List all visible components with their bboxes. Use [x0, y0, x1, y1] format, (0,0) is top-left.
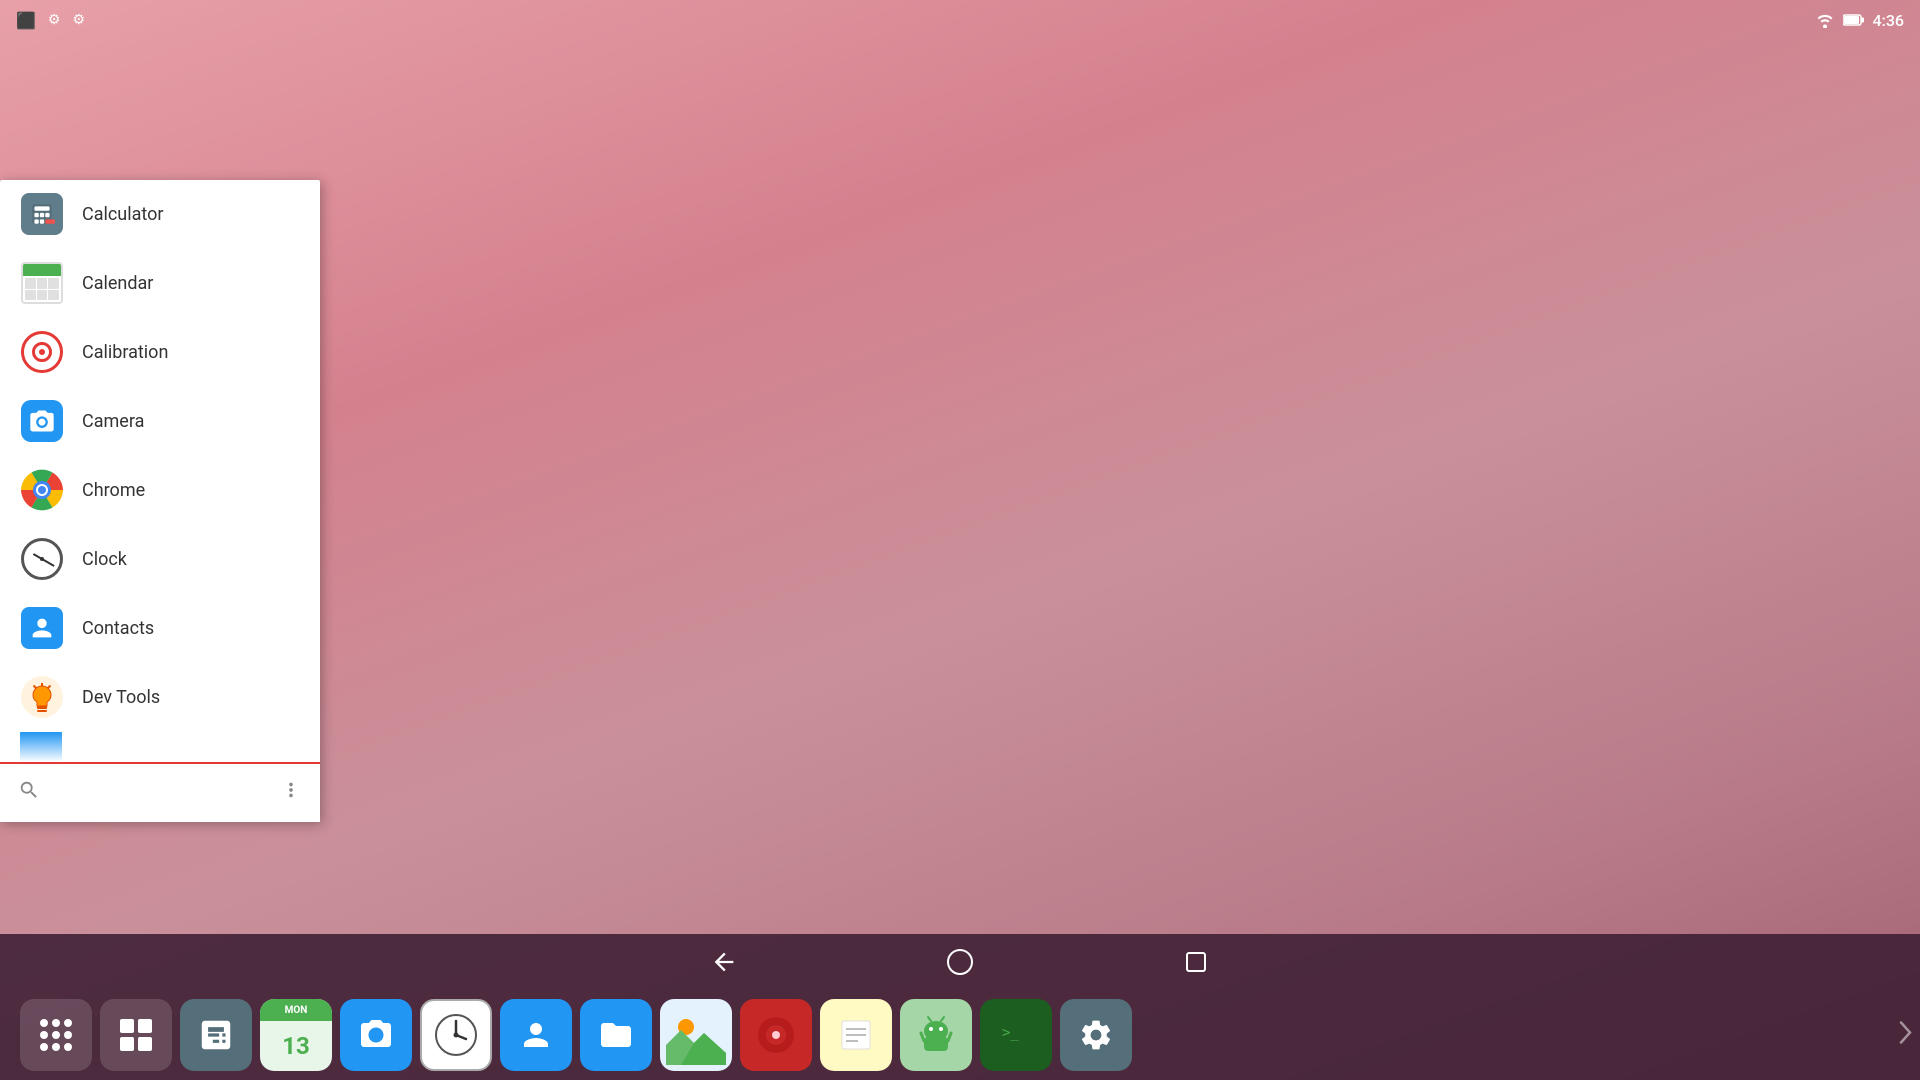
svg-text:>_: >_: [1002, 1025, 1019, 1041]
taskbar-android[interactable]: [900, 999, 972, 1071]
taskbar-calculator[interactable]: [180, 999, 252, 1071]
calibration-icon: [20, 330, 64, 374]
drawer-more-icon[interactable]: [280, 779, 302, 807]
status-bar-left: ⬛ ⚙ ⚙: [16, 11, 85, 30]
recents-button[interactable]: [1178, 944, 1214, 980]
taskbar-notes[interactable]: [820, 999, 892, 1071]
nav-bar: [0, 934, 1920, 990]
app-item-camera[interactable]: Camera: [0, 387, 320, 456]
taskbar-screenshot[interactable]: [340, 999, 412, 1071]
clock-label: Clock: [82, 549, 127, 570]
screen-icon: ⬛: [16, 11, 36, 30]
app-list: Calculator Calendar: [0, 180, 320, 762]
usb-icon-2: ⚙: [72, 12, 85, 28]
camera-icon: [20, 399, 64, 443]
back-button[interactable]: [706, 944, 742, 980]
wifi-icon: [1815, 12, 1835, 28]
status-bar-right: 4:36: [1815, 11, 1905, 30]
taskbar-music[interactable]: [740, 999, 812, 1071]
clock-time: 4:36: [1873, 11, 1905, 30]
taskbar-terminal[interactable]: >_: [980, 999, 1052, 1071]
camera-label: Camera: [82, 411, 144, 432]
app-item-clock[interactable]: Clock: [0, 525, 320, 594]
app-item-calculator[interactable]: Calculator: [0, 180, 320, 249]
chrome-icon: [20, 468, 64, 512]
app-item-calendar[interactable]: Calendar: [0, 249, 320, 318]
app-item-contacts[interactable]: Contacts: [0, 594, 320, 663]
drawer-search-bar: [0, 762, 320, 822]
contacts-icon: [20, 606, 64, 650]
home-button[interactable]: [942, 944, 978, 980]
drawer-search-icon[interactable]: [18, 779, 40, 807]
taskbar-dashboard[interactable]: [100, 999, 172, 1071]
contacts-label: Contacts: [82, 618, 154, 639]
calendar-label: Calendar: [82, 273, 153, 294]
app-item-calibration[interactable]: Calibration: [0, 318, 320, 387]
taskbar-contacts[interactable]: [500, 999, 572, 1071]
calculator-icon: [20, 192, 64, 236]
taskbar-calendar[interactable]: MON 13: [260, 999, 332, 1071]
status-bar: ⬛ ⚙ ⚙ 4:36: [0, 0, 1920, 40]
usb-icon-1: ⚙: [48, 12, 61, 28]
clock-icon: [20, 537, 64, 581]
calibration-label: Calibration: [82, 342, 168, 363]
taskbar-photos[interactable]: [660, 999, 732, 1071]
taskbar-settings[interactable]: [1060, 999, 1132, 1071]
app-item-dev-tools[interactable]: Dev Tools: [0, 663, 320, 732]
drawer-search-input[interactable]: [56, 775, 264, 811]
taskbar-scroll-arrow[interactable]: [1896, 1019, 1914, 1052]
calendar-icon: [20, 261, 64, 305]
dev-tools-label: Dev Tools: [82, 687, 160, 708]
app-drawer: Calculator Calendar: [0, 180, 320, 822]
calculator-label: Calculator: [82, 204, 163, 225]
battery-icon: [1843, 13, 1865, 27]
devtools-icon: [20, 675, 64, 719]
app-item-chrome[interactable]: Chrome: [0, 456, 320, 525]
taskbar-app-drawer[interactable]: [20, 999, 92, 1071]
taskbar: MON 13: [0, 990, 1920, 1080]
app-item-partial: [0, 732, 320, 762]
taskbar-files[interactable]: [580, 999, 652, 1071]
chrome-label: Chrome: [82, 480, 145, 501]
dots-grid-icon: [40, 1019, 72, 1051]
taskbar-clock[interactable]: [420, 999, 492, 1071]
